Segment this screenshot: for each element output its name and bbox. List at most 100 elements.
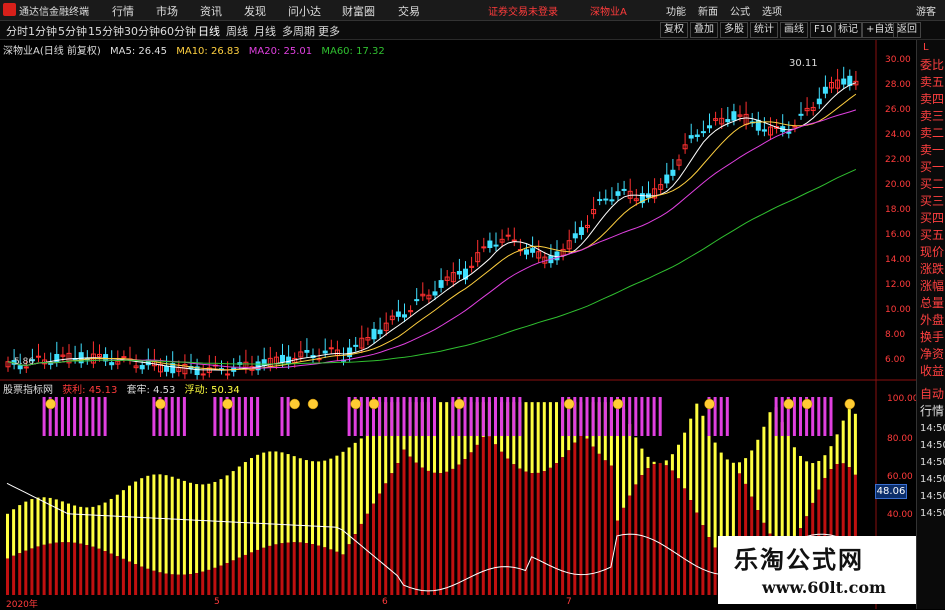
candle-body	[281, 355, 285, 361]
side-item[interactable]: 卖五	[920, 73, 944, 90]
side-item[interactable]: 卖二	[920, 124, 944, 141]
smiley-icon	[351, 399, 361, 409]
side-item[interactable]: 涨跌	[920, 260, 944, 277]
tool-f10[interactable]: F10	[810, 22, 836, 38]
indicator-red-bar	[85, 545, 88, 595]
legend-ma10: MA10: 26.83	[176, 46, 239, 57]
side-item[interactable]: 买四	[920, 209, 944, 226]
side-item[interactable]: 买三	[920, 192, 944, 209]
side-quote[interactable]: 行情	[920, 402, 944, 419]
menu-ask[interactable]: 问小达	[288, 3, 321, 19]
candle-body	[842, 79, 846, 84]
indicator-red-bar	[488, 436, 491, 595]
side-item[interactable]: 换手	[920, 328, 944, 345]
side-item[interactable]: 总量	[920, 294, 944, 311]
indicator-red-bar	[647, 468, 650, 595]
menu-trade[interactable]: 交易	[398, 3, 420, 19]
period-30min[interactable]: 30分钟	[124, 23, 160, 39]
side-item[interactable]: 买二	[920, 175, 944, 192]
tool-mark[interactable]: 标记	[834, 22, 862, 38]
menu-discover[interactable]: 发现	[244, 3, 266, 19]
indicator-red-bar	[110, 554, 113, 595]
indicator-red-bar	[628, 496, 631, 595]
candle-body	[573, 234, 577, 238]
indicator-red-bar	[653, 464, 656, 595]
candle-body	[579, 228, 583, 235]
tool-adjust[interactable]: 复权	[660, 22, 688, 38]
candle-body	[689, 136, 693, 138]
indicator-yellow-bar	[525, 402, 528, 471]
indicator-title: 股票指标网	[3, 385, 53, 396]
indicator-yellow-bar	[756, 440, 759, 510]
chart-area[interactable]	[0, 40, 916, 609]
period-daily[interactable]: 日线	[198, 23, 220, 39]
period-15min[interactable]: 15分钟	[88, 23, 124, 39]
indicator-yellow-bar	[348, 447, 351, 544]
candle-body	[165, 367, 169, 372]
period-multi[interactable]: 多周期	[282, 23, 315, 39]
menu-wealth[interactable]: 财富圈	[342, 3, 375, 19]
indicator-yellow-bar	[165, 475, 168, 573]
indicator-red-bar	[354, 534, 357, 595]
ma-lines	[8, 83, 856, 370]
tool-draw[interactable]: 画线	[780, 22, 808, 38]
menu-market[interactable]: 市场	[156, 3, 178, 19]
side-item[interactable]: 外盘	[920, 311, 944, 328]
menu-options[interactable]: 选项	[762, 3, 782, 18]
indicator-yellow-bar	[268, 451, 271, 545]
side-item[interactable]: 涨幅	[920, 277, 944, 294]
indicator-red-bar	[616, 521, 619, 595]
app-logo-icon	[3, 3, 16, 16]
smiley-icon	[454, 399, 464, 409]
smiley-icon	[564, 399, 574, 409]
tool-multi-stock[interactable]: 多股	[720, 22, 748, 38]
indicator-magenta-bar	[384, 397, 387, 436]
indicator-red-bar	[445, 472, 448, 595]
indicator-yellow-bar	[714, 443, 717, 548]
date-label: 5	[214, 597, 220, 607]
menu-new-page[interactable]: 新面	[698, 3, 718, 18]
menu-formula[interactable]: 公式	[730, 3, 750, 18]
price-tick: 24.00	[885, 130, 911, 140]
indicator-yellow-bar	[762, 427, 765, 523]
side-item[interactable]: 卖一	[920, 141, 944, 158]
period-1min[interactable]: 1分钟	[28, 23, 57, 39]
guest-label[interactable]: 游客	[916, 3, 936, 18]
indicator-red-bar	[329, 549, 332, 595]
side-item[interactable]: 买五	[920, 226, 944, 243]
menu-news[interactable]: 资讯	[200, 3, 222, 19]
side-item[interactable]: 现价	[920, 243, 944, 260]
period-5min[interactable]: 5分钟	[58, 23, 87, 39]
side-auto[interactable]: 自动	[920, 385, 944, 402]
indicator-red-bar	[518, 469, 521, 595]
period-weekly[interactable]: 周线	[226, 23, 248, 39]
side-time: 14:50	[920, 508, 945, 519]
indicator-red-bar	[12, 556, 15, 595]
indicator-yellow-bar	[335, 456, 338, 552]
indicator-red-bar	[220, 566, 223, 595]
period-intraday[interactable]: 分时	[6, 23, 28, 39]
tool-stats[interactable]: 统计	[750, 22, 778, 38]
indicator-magenta-bar	[823, 397, 826, 436]
side-item[interactable]: 卖三	[920, 107, 944, 124]
side-item[interactable]: 收益	[920, 362, 944, 379]
side-item[interactable]: 委比	[920, 56, 944, 73]
menu-function[interactable]: 功能	[666, 3, 686, 18]
price-tick: 18.00	[885, 205, 911, 215]
login-status[interactable]: 证券交易未登录	[488, 3, 558, 18]
menu-quotes[interactable]: 行情	[112, 3, 134, 19]
indicator-yellow-bar	[665, 460, 668, 465]
indicator-red-bar	[634, 484, 637, 595]
indicator-yellow-bar	[134, 482, 137, 565]
side-item[interactable]: 净资	[920, 345, 944, 362]
period-more[interactable]: 更多	[318, 23, 340, 39]
period-monthly[interactable]: 月线	[254, 23, 276, 39]
indicator-yellow-bar	[634, 437, 637, 484]
tool-overlay[interactable]: 叠加	[690, 22, 718, 38]
tool-back[interactable]: 返回	[893, 22, 921, 38]
period-60min[interactable]: 60分钟	[160, 23, 196, 39]
indicator-red-bar	[317, 545, 320, 595]
side-item[interactable]: 卖四	[920, 90, 944, 107]
indicator-yellow-bar	[543, 402, 546, 471]
side-item[interactable]: 买一	[920, 158, 944, 175]
